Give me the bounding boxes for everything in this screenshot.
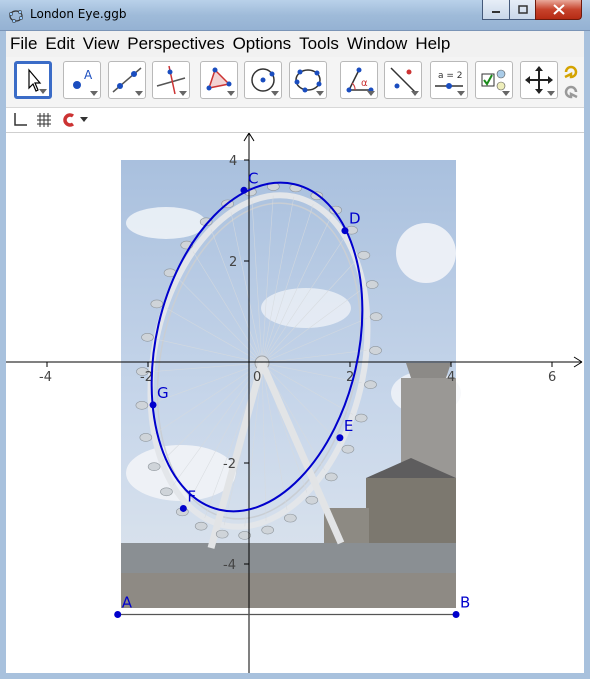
angle-tool-button[interactable]: α [340,61,378,99]
window-title: London Eye.ggb [30,7,127,21]
point-tool-button[interactable]: A [63,61,101,99]
toolbar: A α a = 2 [6,57,584,108]
point-label-g: G [157,384,169,402]
axes-toggle-icon[interactable] [12,112,28,128]
x-tick-label: -4 [39,370,52,385]
style-bar [6,108,584,133]
menu-view[interactable]: View [79,31,124,57]
checkbox-tool-button[interactable] [475,61,513,99]
geogebra-app-icon [9,10,23,23]
svg-text:α: α [361,78,368,89]
point-label-a: A [122,594,133,612]
point-label-f: F [187,487,196,505]
move-tool-button[interactable] [14,61,52,99]
line-tool-button[interactable] [108,61,146,99]
point-a[interactable] [114,611,122,618]
menu-help[interactable]: Help [411,31,454,57]
window-frame-right [584,31,590,679]
close-button[interactable] [535,0,582,20]
y-tick-label: -2 [223,457,236,472]
maximize-icon [517,5,528,14]
title-bar: London Eye.ggb [0,0,590,31]
grid-toggle-icon[interactable] [36,112,52,128]
svg-text:A: A [84,68,93,82]
dropdown-arrow-icon[interactable] [80,117,88,123]
reflect-tool-button[interactable] [384,61,422,99]
maximize-button[interactable] [509,0,536,20]
point-label-d: D [349,210,361,228]
point-label-e: E [344,417,353,435]
minimize-icon [492,10,500,13]
point-f[interactable] [179,504,187,512]
y-tick-label: -4 [223,558,236,573]
background-image-london-eye [121,160,461,608]
y-tick-label: 4 [229,154,237,169]
point-label-b: B [460,594,470,612]
menu-tools[interactable]: Tools [295,31,343,57]
menu-options[interactable]: Options [229,31,296,57]
coordinate-plane[interactable]: -4 -2 0 2 4 642-2-4 A BCDEFG [6,133,584,673]
menu-file[interactable]: File [6,31,41,57]
menu-perspectives[interactable]: Perspectives [123,31,228,57]
minimize-button[interactable] [482,0,510,20]
point-d[interactable] [341,227,349,235]
point-capturing-icon[interactable] [60,112,76,128]
point-label-c: C [248,169,258,187]
polygon-tool-button[interactable] [200,61,238,99]
conic-tool-button[interactable] [289,61,327,99]
x-tick-label: 4 [447,370,455,385]
menu-edit[interactable]: Edit [41,31,78,57]
svg-text:a = 2: a = 2 [438,71,463,81]
point-c[interactable] [240,186,248,194]
y-tick-label: 2 [229,255,237,270]
undo-redo-icons[interactable] [563,62,579,102]
point-g[interactable] [149,401,157,409]
perpendicular-tool-button[interactable] [152,61,190,99]
window-frame-bottom [0,673,590,679]
slider-tool-button[interactable]: a = 2 [430,61,468,99]
close-icon [552,4,565,15]
point-b[interactable] [452,611,460,618]
graphics-view[interactable]: -4 -2 0 2 4 6 4 2 -2 -4 ABCDEFG [6,133,584,673]
menu-window[interactable]: Window [343,31,411,57]
move-graphics-tool-button[interactable] [520,61,558,99]
menu-bar: File Edit View Perspectives Options Tool… [6,31,584,57]
x-tick-label: 0 [253,370,261,385]
point-e[interactable] [336,434,344,442]
x-tick-label: 6 [548,370,556,385]
circle-tool-button[interactable] [244,61,282,99]
